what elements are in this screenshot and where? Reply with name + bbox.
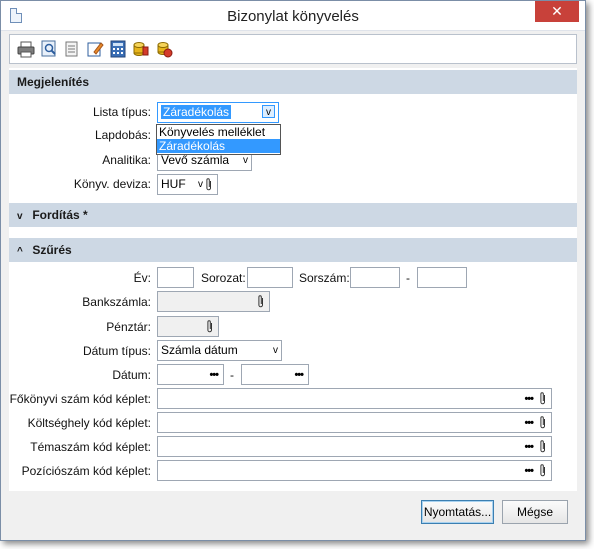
paperclip-icon[interactable]: [539, 415, 547, 430]
ellipsis-icon[interactable]: •••: [209, 366, 219, 385]
close-button[interactable]: ✕: [535, 1, 579, 22]
serial-to-input[interactable]: [417, 267, 467, 288]
chevron-down-icon[interactable]: v: [273, 344, 278, 357]
year-label: Év:: [133, 271, 151, 285]
dropdown-option[interactable]: Könyvelés melléklet: [157, 125, 280, 139]
export-icon[interactable]: [155, 40, 173, 58]
chevron-down-icon[interactable]: v: [243, 154, 248, 167]
page-break-label: Lapdobás:: [94, 128, 151, 142]
paperclip-icon[interactable]: [257, 294, 265, 309]
preview-icon[interactable]: [40, 40, 58, 58]
serial-label: Sorszám:: [299, 271, 350, 285]
date-type-label: Dátum típus:: [82, 344, 151, 358]
section-display-title: Megjelenítés: [17, 75, 90, 89]
analytics-value: Vevő számla: [161, 153, 230, 167]
settings-icon[interactable]: [63, 40, 81, 58]
cancel-button[interactable]: Mégse: [502, 500, 568, 524]
analytics-label: Analitika:: [102, 153, 151, 167]
cash-register-label: Pénztár:: [106, 320, 151, 334]
list-type-value: Záradékolás: [161, 105, 232, 119]
bank-account-label: Bankszámla:: [82, 295, 151, 309]
printer-icon[interactable]: [17, 40, 35, 58]
topic-formula-label: Témaszám kód képlet:: [30, 440, 151, 454]
title-bar: Bizonylat könyvelés ✕: [1, 1, 585, 31]
ellipsis-icon[interactable]: •••: [524, 462, 534, 481]
serial-separator: -: [406, 271, 410, 285]
toolbar: [9, 34, 577, 64]
ellipsis-icon[interactable]: •••: [524, 414, 534, 433]
year-input[interactable]: [157, 267, 194, 288]
chevron-down-icon: v: [17, 211, 23, 222]
date-label: Dátum:: [112, 368, 151, 382]
position-formula-input[interactable]: •••: [157, 460, 552, 481]
cost-center-formula-label: Költséghely kód képlet:: [27, 416, 151, 430]
currency-label: Könyv. deviza:: [73, 177, 151, 191]
date-type-select[interactable]: Számla dátum v: [157, 340, 282, 361]
topic-formula-input[interactable]: •••: [157, 436, 552, 457]
ellipsis-icon[interactable]: •••: [294, 366, 304, 385]
content-panel: Megjelenítés Lista típus: Záradékolás v …: [9, 68, 577, 491]
position-formula-label: Pozíciószám kód képlet:: [21, 464, 151, 478]
section-filter-header[interactable]: ^ Szűrés: [9, 238, 577, 262]
paperclip-icon[interactable]: [205, 177, 213, 192]
calculator-icon[interactable]: [109, 40, 127, 58]
date-type-value: Számla dátum: [161, 343, 238, 357]
window-title: Bizonylat könyvelés: [227, 8, 359, 25]
paperclip-icon[interactable]: [539, 391, 547, 406]
chevron-down-icon[interactable]: v: [262, 105, 275, 118]
section-filter-title: Szűrés: [32, 243, 72, 257]
list-type-select[interactable]: Záradékolás v: [157, 102, 279, 123]
dropdown-option-selected[interactable]: Záradékolás: [157, 139, 280, 153]
bank-account-input[interactable]: [157, 291, 270, 312]
chevron-down-icon[interactable]: v: [198, 178, 203, 191]
paperclip-icon[interactable]: [206, 319, 214, 334]
serial-from-input[interactable]: [350, 267, 400, 288]
currency-value: HUF: [161, 177, 186, 191]
section-display-header[interactable]: Megjelenítés: [9, 70, 577, 94]
print-button[interactable]: Nyomtatás...: [421, 500, 494, 524]
chevron-up-icon: ^: [17, 246, 23, 257]
coins-icon[interactable]: [132, 40, 150, 58]
ledger-formula-input[interactable]: •••: [157, 388, 552, 409]
ellipsis-icon[interactable]: •••: [524, 390, 534, 409]
currency-select[interactable]: HUF v: [157, 174, 218, 195]
series-label: Sorozat:: [201, 271, 246, 285]
series-input[interactable]: [247, 267, 293, 288]
date-to-input[interactable]: •••: [241, 364, 309, 385]
cost-center-formula-input[interactable]: •••: [157, 412, 552, 433]
ledger-formula-label: Főkönyvi szám kód képlet:: [9, 392, 151, 406]
ellipsis-icon[interactable]: •••: [524, 438, 534, 457]
date-from-input[interactable]: •••: [157, 364, 224, 385]
paperclip-icon[interactable]: [539, 463, 547, 478]
date-separator: -: [230, 368, 234, 382]
edit-icon[interactable]: [86, 40, 104, 58]
paperclip-icon[interactable]: [539, 439, 547, 454]
section-translation-header[interactable]: v Fordítás *: [9, 203, 577, 227]
cash-register-input[interactable]: [157, 316, 219, 337]
list-type-dropdown: Könyvelés melléklet Záradékolás: [156, 124, 281, 155]
dialog-window: Bizonylat könyvelés ✕ Megjelenítés Lista…: [0, 0, 586, 541]
list-type-label: Lista típus:: [92, 105, 151, 119]
section-translation-title: Fordítás *: [32, 208, 88, 222]
